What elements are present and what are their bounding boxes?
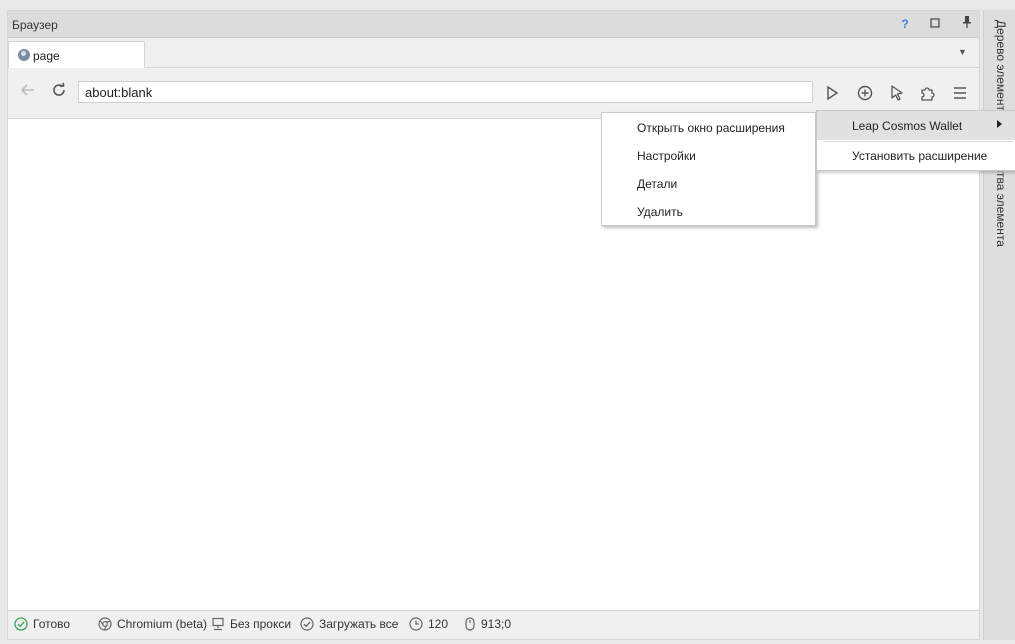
maximize-icon[interactable]	[926, 15, 944, 33]
side-tab-element-properties[interactable]: ства элемента	[994, 166, 1008, 247]
add-circle-icon[interactable]	[854, 82, 876, 104]
submenu-item-leap-cosmos-wallet[interactable]: Leap Cosmos Wallet	[817, 111, 1015, 140]
status-load-label: Загружать все	[319, 617, 399, 631]
tab-page[interactable]: page	[8, 41, 145, 68]
tab-strip: page ▼	[8, 38, 979, 68]
menu-item-settings[interactable]: Настройки	[637, 149, 696, 163]
address-bar[interactable]: about:blank	[78, 81, 813, 103]
status-timeout[interactable]: 120	[409, 617, 448, 631]
status-coords: 913;0	[464, 617, 511, 631]
clock-icon	[409, 617, 423, 631]
menu-icon[interactable]	[949, 82, 971, 104]
menu-divider	[823, 141, 1013, 142]
tab-label: page	[33, 49, 60, 63]
status-ready-label: Готово	[33, 617, 71, 631]
menu-item-delete[interactable]: Удалить	[637, 205, 683, 219]
reload-icon[interactable]	[48, 82, 70, 104]
chevron-right-icon	[997, 120, 1002, 128]
cursor-icon[interactable]	[886, 82, 908, 104]
extensions-submenu: Leap Cosmos Wallet Установить расширение	[816, 110, 1015, 171]
status-ready: Готово	[14, 617, 70, 631]
status-load[interactable]: Загружать все	[300, 617, 398, 631]
submenu-item-install-extension[interactable]: Установить расширение	[852, 149, 987, 163]
status-coords-label: 913;0	[481, 617, 512, 631]
mouse-icon	[465, 617, 475, 631]
panel-titlebar: Браузер ?	[8, 11, 979, 38]
status-proxy-label: Без прокси	[230, 617, 292, 631]
side-tab-element-tree[interactable]: Дерево элементо	[994, 20, 1008, 118]
pin-icon[interactable]	[958, 15, 976, 33]
help-icon[interactable]: ?	[896, 15, 914, 33]
globe-icon	[18, 49, 30, 61]
menu-item-open-extension[interactable]: Открыть окно расширения	[637, 121, 785, 135]
browser-panel: Браузер ? page ▼ about:blank Готово Chro…	[7, 10, 980, 640]
status-engine[interactable]: Chromium (beta)	[98, 617, 207, 631]
submenu-item-label: Leap Cosmos Wallet	[852, 119, 963, 133]
check-circle-icon	[300, 617, 314, 631]
status-proxy[interactable]: Без прокси	[211, 617, 291, 631]
side-panel[interactable]: Дерево элементо ства элемента	[983, 10, 1015, 640]
chromium-icon	[98, 617, 112, 631]
puzzle-icon[interactable]	[917, 82, 939, 104]
status-timeout-label: 120	[428, 617, 449, 631]
page-viewport[interactable]	[8, 119, 979, 610]
status-engine-label: Chromium (beta)	[117, 617, 208, 631]
play-icon[interactable]	[821, 82, 843, 104]
panel-title: Браузер	[12, 18, 58, 32]
tab-list-dropdown-icon[interactable]: ▼	[958, 47, 967, 57]
check-circle-icon	[14, 617, 28, 631]
network-icon	[212, 617, 224, 631]
menu-item-details[interactable]: Детали	[637, 177, 677, 191]
back-arrow-icon[interactable]	[17, 82, 39, 104]
extension-context-menu: Открыть окно расширения Настройки Детали…	[601, 112, 816, 226]
status-bar: Готово Chromium (beta) Без прокси Загруж…	[8, 610, 979, 639]
